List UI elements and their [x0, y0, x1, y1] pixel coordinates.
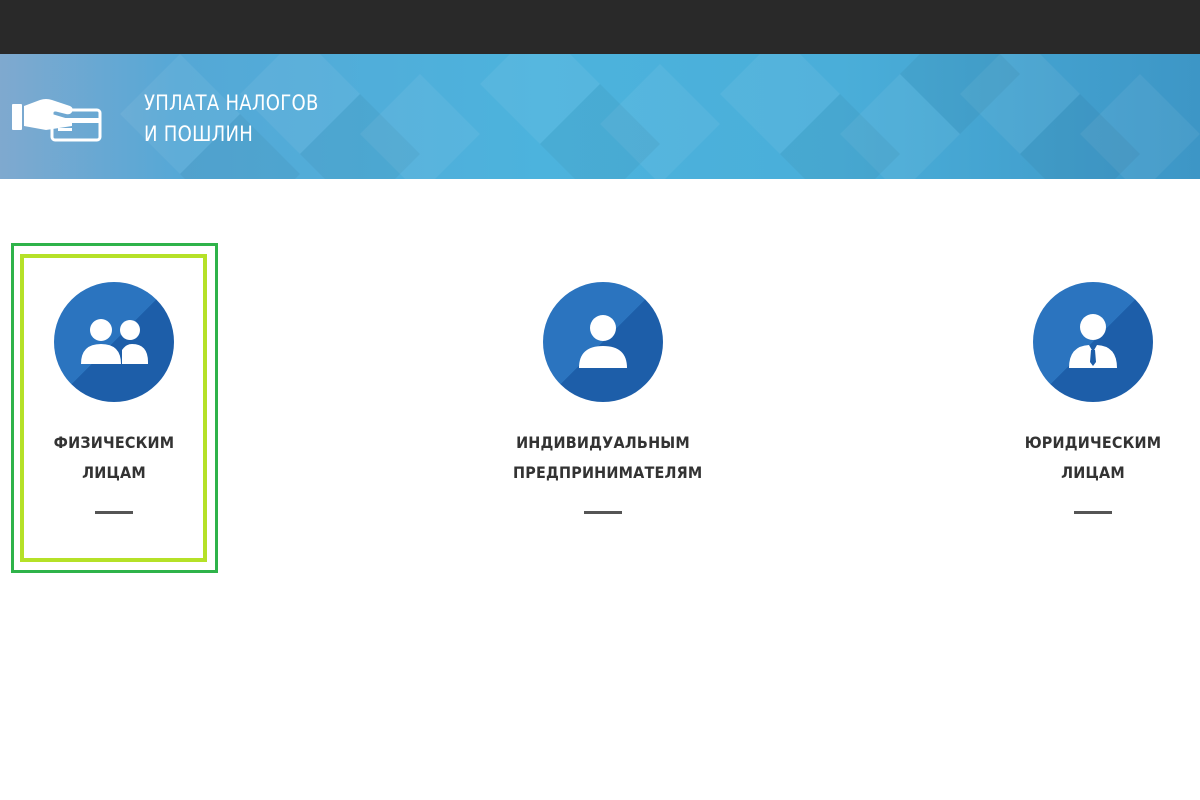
two-people-icon [81, 319, 148, 364]
card-label: ИНДИВИДУАЛЬНЫМ ПРЕДПРИНИМАТЕЛЯМ [503, 428, 703, 488]
page-title-line2: И ПОШЛИН [144, 122, 254, 146]
card-icon-circle [54, 282, 174, 402]
top-bar [0, 0, 1200, 54]
card-individuals[interactable]: ФИЗИЧЕСКИМ ЛИЦАМ [14, 282, 214, 542]
card-divider [95, 511, 133, 514]
page-title: УПЛАТА НАЛОГОВ И ПОШЛИН [144, 88, 319, 150]
card-label-line2: ЛИЦАМ [1061, 463, 1125, 482]
card-divider [1074, 511, 1112, 514]
card-label-line1: ФИЗИЧЕСКИМ [53, 433, 175, 452]
card-divider [584, 511, 622, 514]
card-icon-circle [543, 282, 663, 402]
person-icon [579, 315, 627, 368]
businessman-icon [1069, 314, 1117, 368]
card-label-line2: ЛИЦАМ [82, 463, 146, 482]
card-label: ЮРИДИЧЕСКИМ ЛИЦАМ [993, 428, 1193, 488]
header-banner: УПЛАТА НАЛОГОВ И ПОШЛИН [0, 54, 1200, 179]
card-legal-entities[interactable]: ЮРИДИЧЕСКИМ ЛИЦАМ [993, 282, 1193, 542]
card-label: ФИЗИЧЕСКИМ ЛИЦАМ [14, 428, 214, 488]
hand-card-icon [12, 99, 102, 142]
card-entrepreneurs[interactable]: ИНДИВИДУАЛЬНЫМ ПРЕДПРИНИМАТЕЛЯМ [503, 282, 703, 542]
card-label-line1: ЮРИДИЧЕСКИМ [1024, 433, 1162, 452]
card-label-line2: ПРЕДПРИНИМАТЕЛЯМ [513, 463, 703, 482]
card-label-line1: ИНДИВИДУАЛЬНЫМ [516, 433, 690, 452]
card-icon-circle [1033, 282, 1153, 402]
page-title-line1: УПЛАТА НАЛОГОВ [144, 91, 319, 115]
